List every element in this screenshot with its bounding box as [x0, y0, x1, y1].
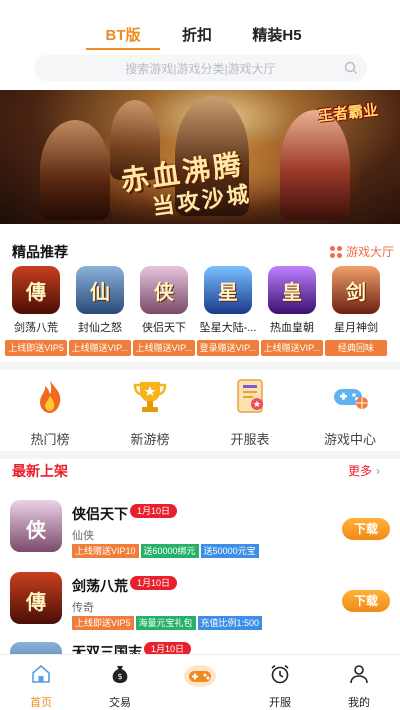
tag: 送60000绑元: [140, 544, 199, 558]
game-tag: 上线即送VIP5: [5, 340, 67, 356]
quick-menu: 热门榜 新游榜 开服表 游戏中心: [0, 376, 400, 448]
search-placeholder: 搜索游戏|游戏分类|游戏大厅: [125, 61, 276, 76]
game-center-icon: [184, 665, 216, 687]
game-icon: 仙: [76, 266, 124, 314]
latest-title: 最新上架: [12, 463, 68, 479]
quick-hot-rank[interactable]: 热门榜: [10, 376, 90, 448]
tab-discount[interactable]: 折扣: [160, 0, 234, 50]
top-tabs: BT版 折扣 精装H5: [0, 0, 400, 50]
game-name: 坠星大陆-...: [199, 322, 257, 334]
tag: 上线即送VIP5: [72, 616, 134, 630]
nav-label: 我的: [348, 697, 370, 709]
gamepad-icon: [334, 389, 368, 409]
nav-label: 交易: [109, 697, 131, 709]
quick-new-rank[interactable]: 新游榜: [110, 376, 190, 448]
game-icon: 侠: [140, 266, 188, 314]
game-name: 侠侣天下: [72, 506, 128, 522]
tag-list: 上线赠送VIP10 送60000绑元 送50000元宝: [72, 544, 259, 558]
game-hall-label: 游戏大厅: [346, 245, 395, 259]
user-icon: [350, 665, 368, 684]
nav-home[interactable]: 首页: [6, 663, 76, 710]
quick-label: 游戏中心: [323, 432, 376, 447]
game-icon: 傳: [10, 572, 62, 624]
game-tag: 上线赠送VIP...: [133, 340, 195, 356]
game-icon: [10, 642, 62, 654]
featured-game-card[interactable]: 傳 剑荡八荒 上线即送VIP5: [3, 266, 69, 356]
quick-label: 热门榜: [30, 432, 70, 447]
promo-banner[interactable]: 王者霸业 赤血沸腾 当攻沙城: [0, 90, 400, 224]
game-tag: 上线赠送VIP...: [69, 340, 131, 356]
list-item[interactable]: 傳 剑荡八荒 1月10日 传奇 上线即送VIP5 海量元宝礼包 充值比例1:50…: [0, 572, 400, 642]
nav-game-center[interactable]: [165, 661, 235, 698]
bottom-nav: 首页 $ 交易 开服 我的: [0, 654, 400, 710]
tag-list: 上线即送VIP5 海量元宝礼包 充值比例1:500: [72, 616, 263, 630]
banner-heroine: [280, 110, 350, 220]
game-tag: 经典回味: [325, 340, 387, 356]
search-icon[interactable]: [343, 60, 359, 76]
featured-game-card[interactable]: 仙 封仙之怒 上线赠送VIP...: [67, 266, 133, 356]
game-name: 星月神剑: [334, 322, 378, 334]
banner-logo: 王者霸业: [317, 101, 379, 126]
download-button[interactable]: 下载: [342, 518, 390, 540]
list-item[interactable]: 侠 侠侣天下 1月10日 仙侠 上线赠送VIP10 送60000绑元 送5000…: [0, 500, 400, 570]
chevron-right-icon: ›: [376, 463, 381, 478]
game-name: 无双三国志: [72, 644, 142, 654]
game-icon: 剑: [332, 266, 380, 314]
tab-h5[interactable]: 精装H5: [240, 0, 314, 50]
game-category: 传奇: [72, 602, 94, 614]
date-badge: 1月10日: [144, 642, 192, 654]
money-bag-icon: $: [112, 666, 128, 683]
tag: 送50000元宝: [200, 544, 259, 558]
game-tag: 登录赠送VIP...: [197, 340, 259, 356]
game-tag: 上线赠送VIP...: [261, 340, 323, 356]
featured-game-card[interactable]: 侠 侠侣天下 上线赠送VIP...: [131, 266, 197, 356]
nav-mine[interactable]: 我的: [324, 663, 394, 710]
more-label: 更多: [348, 464, 373, 478]
flame-icon: [40, 380, 61, 413]
nav-label: 开服: [269, 697, 291, 709]
section-divider: [0, 451, 400, 459]
tab-bt[interactable]: BT版: [86, 0, 160, 50]
alarm-clock-icon: [271, 664, 289, 684]
svg-text:$: $: [117, 672, 122, 681]
tag: 海量元宝礼包: [135, 616, 196, 630]
tag: 充值比例1:500: [197, 616, 263, 630]
list-item[interactable]: 无双三国志 1月10日: [0, 642, 400, 654]
banner-warrior-left: [40, 120, 110, 220]
game-name: 热血皇朝: [270, 322, 314, 334]
nav-trade[interactable]: $ 交易: [85, 663, 155, 710]
tag: 上线赠送VIP10: [72, 544, 139, 558]
date-badge: 1月10日: [130, 504, 178, 518]
featured-game-card[interactable]: 剑 星月神剑 经典回味: [323, 266, 389, 356]
nav-server[interactable]: 开服: [245, 663, 315, 710]
date-badge: 1月10日: [130, 576, 178, 590]
game-hall-link[interactable]: 游戏大厅: [330, 243, 394, 260]
game-icon: 侠: [10, 500, 62, 552]
search-bar[interactable]: 搜索游戏|游戏分类|游戏大厅: [34, 55, 367, 81]
game-icon: 皇: [268, 266, 316, 314]
download-button[interactable]: 下载: [342, 590, 390, 612]
quick-game-center[interactable]: 游戏中心: [310, 376, 390, 448]
more-link[interactable]: 更多 ›: [348, 462, 380, 479]
game-name: 剑荡八荒: [14, 322, 58, 334]
quick-server-list[interactable]: 开服表: [210, 376, 290, 448]
quick-label: 开服表: [230, 432, 270, 447]
quick-label: 新游榜: [130, 432, 170, 447]
featured-game-card[interactable]: 星 坠星大陆-... 登录赠送VIP...: [195, 266, 261, 356]
game-category: 仙侠: [72, 530, 94, 542]
game-name: 封仙之怒: [78, 322, 122, 334]
server-list-icon: [237, 379, 263, 413]
grid-icon: [330, 245, 342, 258]
game-name: 侠侣天下: [142, 322, 186, 334]
featured-game-card[interactable]: 皇 热血皇朝 上线赠送VIP...: [259, 266, 325, 356]
trophy-icon: [133, 382, 167, 412]
nav-label: 首页: [30, 697, 52, 709]
game-name: 剑荡八荒: [72, 578, 128, 594]
game-icon: 傳: [12, 266, 60, 314]
section-divider: [0, 362, 400, 370]
home-icon: [32, 664, 50, 683]
game-icon: 星: [204, 266, 252, 314]
featured-title: 精品推荐: [12, 244, 68, 260]
featured-games: 傳 剑荡八荒 上线即送VIP5 仙 封仙之怒 上线赠送VIP... 侠 侠侣天下…: [3, 266, 400, 356]
